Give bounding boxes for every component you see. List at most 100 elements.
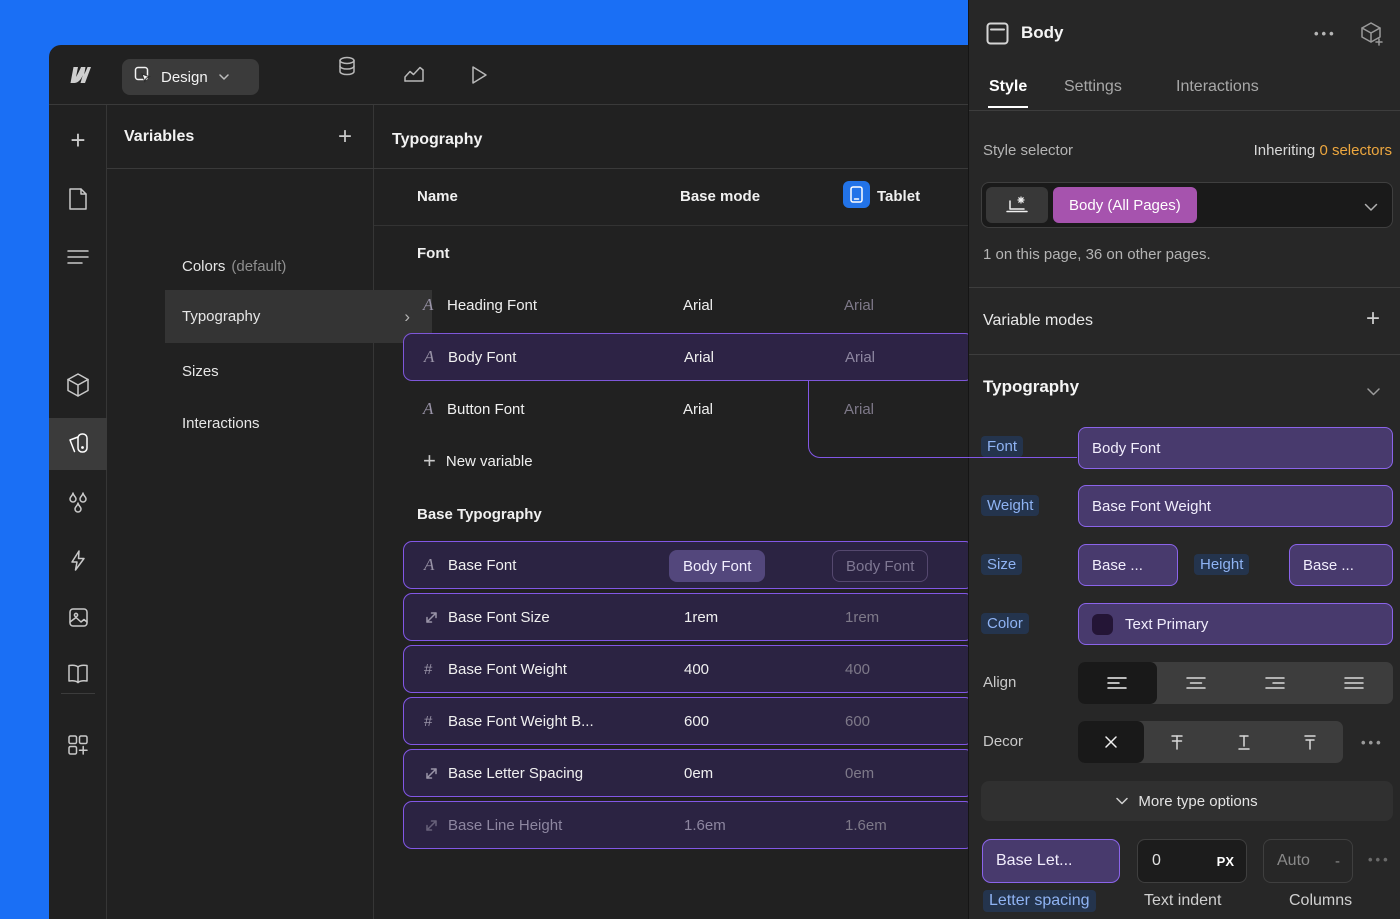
select-cursor-icon xyxy=(134,66,152,88)
tab-interactions[interactable]: Interactions xyxy=(1176,78,1259,96)
decoration-none-button[interactable] xyxy=(1078,721,1144,763)
add-variable-mode-button[interactable]: + xyxy=(1366,305,1380,333)
number-variable-icon xyxy=(424,698,432,744)
style-selector-input[interactable]: Body (All Pages) xyxy=(981,182,1393,228)
align-justify-button[interactable] xyxy=(1314,662,1393,704)
table-row[interactable]: Base Letter Spacing 0em 0em xyxy=(403,749,974,797)
columns-label: Columns xyxy=(1289,892,1352,910)
text-indent-field[interactable]: 0 PX xyxy=(1137,839,1247,883)
variables-icon[interactable] xyxy=(66,432,90,456)
add-element-icon[interactable]: + xyxy=(66,128,90,152)
typography-section-title[interactable]: Typography xyxy=(983,377,1079,397)
overline-button[interactable] xyxy=(1277,721,1343,763)
variables-panel-title: Variables xyxy=(124,128,194,146)
height-property-label: Height xyxy=(1194,554,1249,575)
style-selector-label: Style selector xyxy=(983,142,1073,159)
assets-icon[interactable] xyxy=(66,605,90,629)
column-header-tablet[interactable]: Tablet xyxy=(877,188,920,205)
interactions-icon[interactable] xyxy=(66,549,90,573)
color-value-field[interactable]: Text Primary xyxy=(1078,603,1393,645)
unit-toggle[interactable]: - xyxy=(1335,853,1340,870)
variable-chip-tablet[interactable]: Body Font xyxy=(832,550,928,582)
create-component-icon[interactable] xyxy=(1359,20,1385,51)
variable-chip[interactable]: Body Font xyxy=(669,550,765,582)
element-options-icon[interactable]: ••• xyxy=(1314,26,1337,41)
letter-spacing-field[interactable]: Base Let... xyxy=(982,839,1120,883)
text-indent-label: Text indent xyxy=(1144,892,1221,910)
docs-icon[interactable] xyxy=(66,662,90,686)
preview-icon[interactable] xyxy=(469,64,489,91)
table-row-selected[interactable]: Body Font Arial Arial xyxy=(403,333,974,381)
table-row[interactable]: Base Line Height 1.6em 1.6em xyxy=(403,801,974,849)
section-label-font: Font xyxy=(417,245,449,262)
number-variable-icon xyxy=(424,646,432,692)
columns-field[interactable]: Auto - xyxy=(1263,839,1353,883)
unit-toggle[interactable]: PX xyxy=(1217,854,1234,869)
size-value-field[interactable]: Base ... xyxy=(1078,544,1178,586)
left-icon-rail: + xyxy=(49,105,107,919)
selector-chip[interactable]: Body (All Pages) xyxy=(1053,187,1197,223)
body-element-icon xyxy=(986,22,1009,50)
font-value-field[interactable]: Body Font xyxy=(1078,427,1393,469)
components-icon[interactable] xyxy=(66,373,90,397)
size-variable-icon xyxy=(424,750,439,796)
variables-sidebar: Variables + Colors (default) Typography … xyxy=(107,105,374,919)
size-variable-icon xyxy=(424,802,439,848)
align-left-button[interactable] xyxy=(1078,662,1157,704)
more-decor-options-icon[interactable]: ••• xyxy=(1361,735,1384,750)
add-variable-collection-button[interactable]: + xyxy=(338,123,352,151)
inheriting-label: Inheriting xyxy=(1254,142,1316,159)
chevron-down-icon[interactable] xyxy=(1364,199,1378,217)
new-variable-button[interactable]: + New variable xyxy=(423,445,533,477)
apps-icon[interactable] xyxy=(66,733,90,757)
column-header-base-mode: Base mode xyxy=(680,188,760,205)
table-row[interactable]: Button Font Arial Arial xyxy=(403,385,974,433)
plus-icon: + xyxy=(423,448,436,474)
table-row[interactable]: Heading Font Arial Arial xyxy=(403,281,974,329)
analytics-icon[interactable] xyxy=(403,64,425,91)
font-variable-icon xyxy=(423,385,433,433)
section-label-base-typography: Base Typography xyxy=(417,506,542,523)
font-variable-icon xyxy=(424,542,434,588)
selector-usage-note: 1 on this page, 36 on other pages. xyxy=(983,246,1211,263)
decor-property-label: Decor xyxy=(983,733,1023,750)
text-align-control xyxy=(1078,662,1393,704)
table-row[interactable]: Base Font Size 1rem 1rem xyxy=(403,593,974,641)
cms-icon[interactable] xyxy=(336,55,358,82)
webflow-logo[interactable] xyxy=(68,64,92,91)
selected-element-label: Body xyxy=(1021,23,1064,43)
weight-value-field[interactable]: Base Font Weight xyxy=(1078,485,1393,527)
align-center-button[interactable] xyxy=(1157,662,1236,704)
pages-icon[interactable] xyxy=(66,187,90,211)
font-variable-icon xyxy=(423,281,433,329)
more-type-options-button[interactable]: More type options xyxy=(981,781,1393,821)
table-panel-title: Typography xyxy=(392,131,482,149)
align-right-button[interactable] xyxy=(1236,662,1315,704)
tablet-badge-icon xyxy=(843,181,870,208)
tab-style[interactable]: Style xyxy=(989,78,1027,96)
more-columns-options-icon[interactable]: ••• xyxy=(1368,852,1391,867)
weight-property-label: Weight xyxy=(981,495,1039,516)
font-variable-icon xyxy=(424,334,434,380)
size-property-label: Size xyxy=(981,554,1022,575)
size-variable-icon xyxy=(424,594,439,640)
variable-modes-label: Variable modes xyxy=(983,312,1093,330)
collapse-section-chevron-icon[interactable] xyxy=(1367,383,1380,401)
column-header-name: Name xyxy=(417,188,458,205)
design-mode-dropdown[interactable]: Design xyxy=(122,59,259,95)
style-inspector-panel: Body ••• Style Settings Interactions Sty… xyxy=(968,0,1400,919)
table-row[interactable]: Base Font Weight 400 400 xyxy=(403,645,974,693)
text-decoration-control xyxy=(1078,721,1343,763)
align-property-label: Align xyxy=(983,674,1016,691)
font-property-label: Font xyxy=(981,436,1023,457)
selector-state-icon-button[interactable] xyxy=(986,187,1048,223)
table-row[interactable]: Base Font Body Font Body Font xyxy=(403,541,974,589)
styles-icon[interactable] xyxy=(66,491,90,515)
inheriting-count[interactable]: 0 selectors xyxy=(1319,142,1392,159)
table-row[interactable]: Base Font Weight B... 600 600 xyxy=(403,697,974,745)
height-value-field[interactable]: Base ... xyxy=(1289,544,1393,586)
strikethrough-button[interactable] xyxy=(1144,721,1210,763)
tab-settings[interactable]: Settings xyxy=(1064,78,1122,96)
navigator-icon[interactable] xyxy=(66,245,90,269)
underline-button[interactable] xyxy=(1211,721,1277,763)
